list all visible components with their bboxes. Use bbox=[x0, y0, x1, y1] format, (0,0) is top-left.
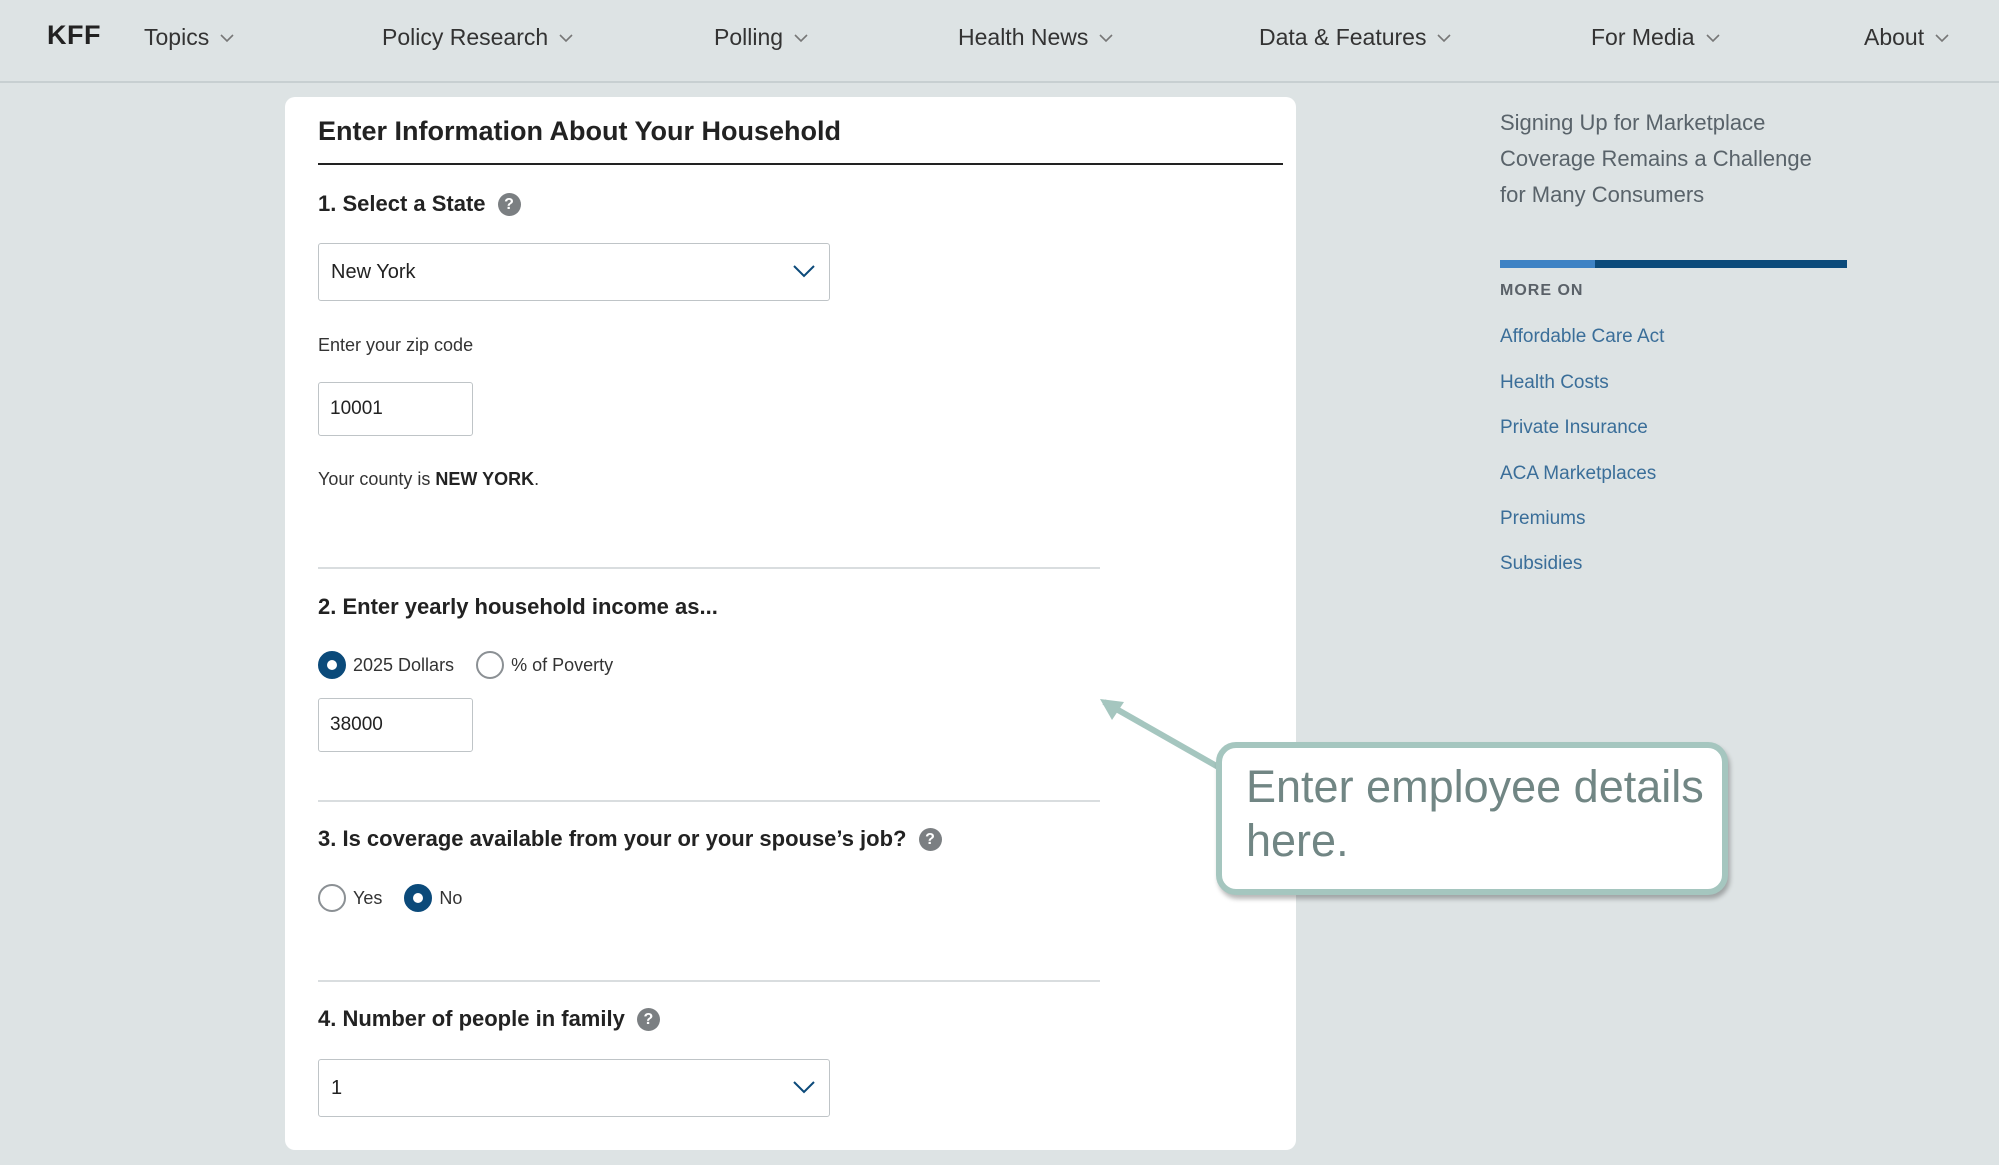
income-input[interactable]: 38000 bbox=[318, 698, 473, 752]
topic-link-health-costs[interactable]: Health Costs bbox=[1500, 372, 1609, 394]
nav-item-label: Policy Research bbox=[382, 24, 549, 50]
sidebar-article-link[interactable]: Signing Up for Marketplace Coverage Rema… bbox=[1500, 105, 1820, 213]
state-select-value: New York bbox=[331, 261, 416, 283]
radio-option-poverty[interactable]: % of Poverty bbox=[476, 651, 613, 679]
title-divider bbox=[318, 163, 1283, 165]
nav-item-label: For Media bbox=[1591, 24, 1695, 50]
question-title: 2. Enter yearly household income as... bbox=[318, 594, 718, 619]
chevron-down-icon bbox=[793, 265, 815, 278]
radio-button-checked[interactable] bbox=[318, 651, 346, 679]
radio-button-unchecked[interactable] bbox=[476, 651, 505, 679]
more-on-heading: MORE ON bbox=[1500, 282, 1584, 299]
family-size-select[interactable]: 1 bbox=[318, 1059, 830, 1117]
income-input-value: 38000 bbox=[330, 714, 383, 735]
nav-item-for-media[interactable]: For Media bbox=[1591, 24, 1721, 51]
section-divider bbox=[318, 567, 1100, 569]
chevron-down-icon bbox=[1099, 33, 1113, 42]
radio-option-yes[interactable]: Yes bbox=[318, 884, 382, 912]
nav-item-polling[interactable]: Polling bbox=[714, 24, 809, 51]
zip-label: Enter your zip code bbox=[318, 335, 474, 355]
chevron-down-icon bbox=[220, 33, 234, 42]
nav-item-policy-research[interactable]: Policy Research bbox=[382, 24, 574, 51]
radio-button-unchecked[interactable] bbox=[318, 884, 346, 912]
state-select[interactable]: New York bbox=[318, 243, 830, 301]
nav-item-about[interactable]: About bbox=[1864, 24, 1950, 51]
question-title: 4. Number of people in family bbox=[318, 1006, 625, 1031]
help-icon[interactable]: ? bbox=[918, 827, 942, 851]
radio-label: % of Poverty bbox=[511, 654, 614, 675]
nav-item-health-news[interactable]: Health News bbox=[958, 24, 1114, 51]
county-name: NEW YORK bbox=[435, 469, 535, 489]
family-size-value: 1 bbox=[331, 1077, 343, 1099]
chevron-down-icon bbox=[1935, 33, 1949, 42]
chevron-down-icon bbox=[1437, 33, 1452, 42]
radio-option-dollars[interactable]: 2025 Dollars bbox=[318, 651, 454, 679]
topic-link-aca-marketplaces[interactable]: ACA Marketplaces bbox=[1500, 463, 1656, 485]
topic-link-affordable-care-act[interactable]: Affordable Care Act bbox=[1500, 326, 1664, 348]
income-type-radio-group: 2025 Dollars % of Poverty bbox=[318, 651, 635, 679]
question-job-coverage: 3. Is coverage available from your or yo… bbox=[318, 826, 942, 852]
radio-label: 2025 Dollars bbox=[353, 654, 455, 675]
zip-input[interactable]: 10001 bbox=[318, 382, 473, 436]
radio-label: Yes bbox=[353, 887, 383, 908]
nav-item-label: About bbox=[1864, 24, 1925, 50]
sidebar-accent-bar bbox=[1500, 260, 1847, 268]
chevron-down-icon bbox=[1705, 33, 1720, 42]
radio-option-no[interactable]: No bbox=[404, 884, 462, 912]
question-title: 3. Is coverage available from your or yo… bbox=[318, 826, 907, 851]
nav-item-topics[interactable]: Topics bbox=[144, 24, 235, 51]
county-suffix: . bbox=[534, 469, 540, 489]
nav-item-label: Polling bbox=[714, 24, 784, 50]
question-title: 1. Select a State bbox=[318, 191, 486, 216]
form-title: Enter Information About Your Household bbox=[318, 116, 841, 146]
radio-label: No bbox=[439, 887, 463, 908]
county-prefix: Your county is bbox=[318, 469, 436, 489]
sidebar-accent-bar-highlight bbox=[1500, 260, 1595, 268]
question-income: 2. Enter yearly household income as... bbox=[318, 594, 718, 620]
callout-text: Enter employee details here. bbox=[1246, 761, 1704, 866]
chevron-down-icon bbox=[793, 1081, 815, 1094]
section-divider bbox=[318, 980, 1100, 982]
nav-item-label: Topics bbox=[144, 24, 210, 50]
annotation-callout: Enter employee details here. bbox=[1216, 742, 1728, 895]
nav-item-label: Data & Features bbox=[1259, 24, 1427, 50]
help-icon[interactable]: ? bbox=[636, 1007, 660, 1031]
top-navigation: KFF Topics Policy Research Polling Healt… bbox=[0, 0, 1999, 83]
help-icon[interactable]: ? bbox=[497, 192, 521, 216]
nav-item-label: Health News bbox=[958, 24, 1089, 50]
chevron-down-icon bbox=[559, 33, 573, 42]
topic-link-premiums[interactable]: Premiums bbox=[1500, 508, 1586, 530]
nav-item-data-features[interactable]: Data & Features bbox=[1259, 24, 1452, 51]
topic-link-private-insurance[interactable]: Private Insurance bbox=[1500, 417, 1648, 439]
job-coverage-radio-group: Yes No bbox=[318, 884, 484, 912]
topic-link-subsidies[interactable]: Subsidies bbox=[1500, 553, 1582, 575]
county-text: Your county is NEW YORK. bbox=[318, 469, 539, 490]
question-family-size: 4. Number of people in family ? bbox=[318, 1006, 660, 1032]
question-select-state: 1. Select a State ? bbox=[318, 191, 521, 217]
kff-logo[interactable]: KFF bbox=[47, 20, 101, 51]
radio-button-checked[interactable] bbox=[404, 884, 433, 912]
chevron-down-icon bbox=[794, 33, 808, 42]
callout-arrow bbox=[1100, 699, 1222, 771]
section-divider bbox=[318, 800, 1100, 802]
household-form-panel: Enter Information About Your Household 1… bbox=[285, 97, 1296, 1150]
zip-input-value: 10001 bbox=[330, 398, 383, 419]
